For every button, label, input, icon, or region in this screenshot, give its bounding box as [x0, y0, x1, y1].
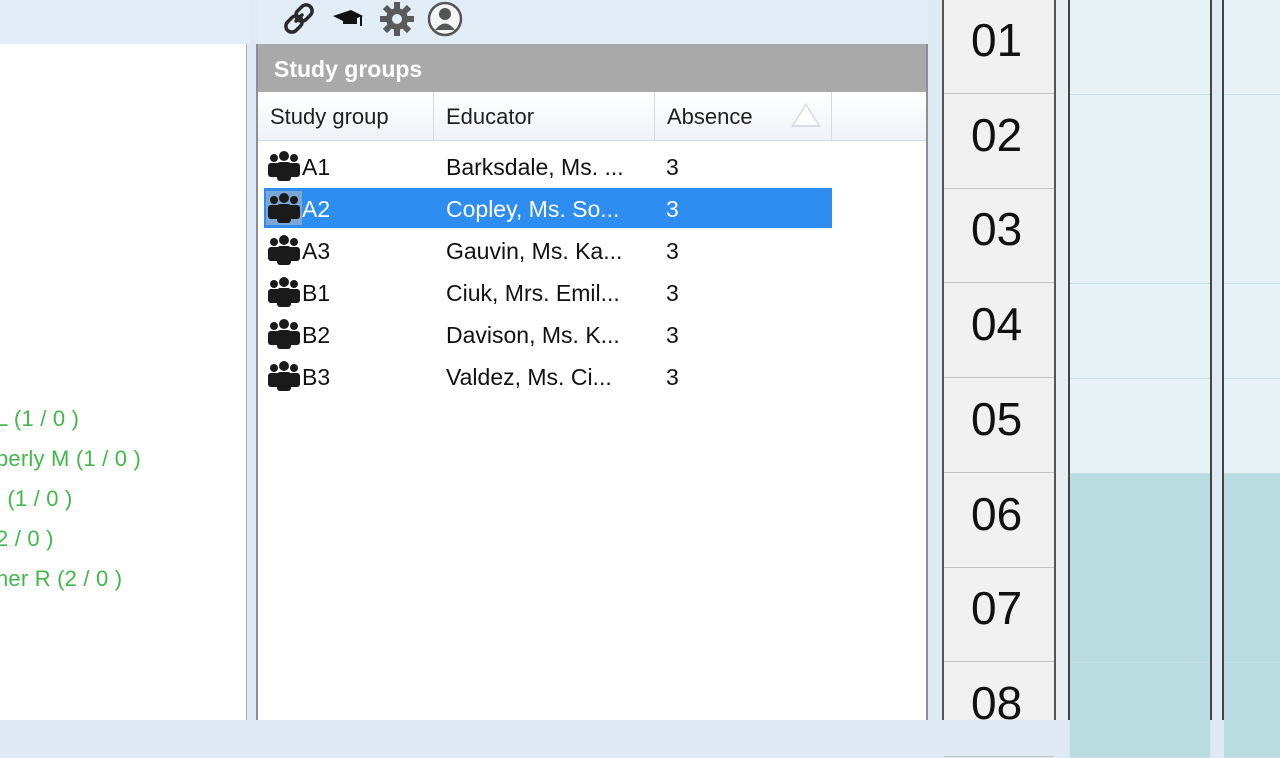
study-groups-panel: Study groups Study group Educator Absenc… — [256, 44, 928, 720]
period-number: 06 — [944, 474, 1054, 568]
table-row[interactable]: B3 Valdez, Ms. Ci... 3 — [264, 356, 832, 396]
period-column: 01 02 03 04 05 06 07 08 — [942, 0, 1056, 757]
period-number: 05 — [944, 379, 1054, 473]
timetable-cell[interactable] — [1070, 662, 1210, 758]
group-name: A3 — [302, 238, 331, 264]
timetable-day-column — [1222, 0, 1280, 758]
timetable-cell[interactable] — [1070, 0, 1210, 95]
left-panel: L (1 / 0 ) berly M (1 / 0 ) l (1 / 0 ) 2… — [0, 44, 247, 720]
timetable-cell[interactable] — [1224, 284, 1280, 380]
timetable-cell[interactable] — [1224, 94, 1280, 190]
educator-name: Valdez, Ms. Ci... — [446, 364, 612, 390]
timetable-cell[interactable] — [1070, 284, 1210, 380]
group-name: B1 — [302, 280, 331, 306]
educator-name: Gauvin, Ms. Ka... — [446, 238, 623, 264]
link-icon[interactable] — [278, 0, 322, 38]
column-header-absence[interactable]: Absence — [655, 92, 832, 140]
timetable-cell[interactable] — [1224, 0, 1280, 95]
timetable-cell[interactable] — [1224, 568, 1280, 664]
group-name: B3 — [302, 364, 331, 390]
user-icon[interactable] — [424, 0, 466, 38]
timetable-cell[interactable] — [1070, 189, 1210, 285]
group-name: A1 — [302, 154, 331, 180]
timetable-cell[interactable] — [1070, 473, 1210, 569]
absence-count: 3 — [666, 364, 679, 390]
period-number: 07 — [944, 568, 1054, 663]
educator-name: Copley, Ms. So... — [446, 196, 620, 222]
table-row[interactable]: B1 Ciuk, Mrs. Emil... 3 — [264, 272, 832, 312]
left-list-item[interactable]: l (1 / 0 ) — [0, 486, 73, 512]
period-number: 03 — [944, 189, 1054, 284]
column-header-educator[interactable]: Educator — [434, 92, 655, 140]
absence-count: 3 — [666, 238, 679, 264]
left-list-item[interactable]: 2 / 0 ) — [0, 526, 54, 552]
timetable-cell[interactable] — [1224, 473, 1280, 569]
absence-count: 3 — [666, 280, 679, 306]
absence-count: 3 — [666, 196, 679, 222]
absence-count: 3 — [666, 154, 679, 180]
group-icon — [266, 317, 302, 351]
table-row[interactable]: A3 Gauvin, Ms. Ka... 3 — [264, 230, 832, 270]
period-number: 01 — [944, 0, 1054, 94]
timetable-cell[interactable] — [1070, 378, 1210, 474]
gear-icon[interactable] — [376, 0, 418, 38]
timetable-cell[interactable] — [1224, 662, 1280, 758]
group-icon — [266, 191, 302, 225]
left-list-item[interactable]: berly M (1 / 0 ) — [0, 446, 141, 472]
group-icon — [266, 275, 302, 309]
timetable-cell[interactable] — [1224, 189, 1280, 285]
table-row[interactable]: B2 Davison, Ms. K... 3 — [264, 314, 832, 354]
left-list-item[interactable]: ner R (2 / 0 ) — [0, 566, 122, 592]
table-header: Study group Educator Absence — [258, 92, 926, 141]
sort-ascending-icon — [791, 103, 821, 127]
table-row[interactable]: A2 Copley, Ms. So... 3 — [264, 188, 832, 228]
graduation-cap-icon[interactable] — [330, 0, 366, 38]
period-number: 04 — [944, 284, 1054, 379]
group-name: A2 — [302, 196, 331, 222]
group-icon — [266, 149, 302, 183]
educator-name: Ciuk, Mrs. Emil... — [446, 280, 620, 306]
period-number: 02 — [944, 95, 1054, 189]
left-panel-toolbar — [0, 0, 250, 44]
panel-title: Study groups — [258, 44, 926, 92]
toolbar — [258, 0, 930, 44]
timetable-cell[interactable] — [1224, 378, 1280, 474]
column-header-label: Absence — [667, 104, 753, 129]
column-header-study-group[interactable]: Study group — [258, 92, 434, 140]
group-icon — [266, 233, 302, 267]
period-number: 08 — [944, 663, 1054, 757]
table-row[interactable]: A1 Barksdale, Ms. ... 3 — [264, 146, 832, 186]
absence-count: 3 — [666, 322, 679, 348]
group-name: B2 — [302, 322, 331, 348]
timetable-cell[interactable] — [1070, 568, 1210, 664]
splitter[interactable] — [928, 0, 942, 720]
educator-name: Davison, Ms. K... — [446, 322, 620, 348]
educator-name: Barksdale, Ms. ... — [446, 154, 624, 180]
timetable-day-column — [1068, 0, 1212, 758]
group-icon — [266, 359, 302, 393]
timetable-cell[interactable] — [1070, 94, 1210, 190]
left-list-item[interactable]: L (1 / 0 ) — [0, 406, 79, 432]
